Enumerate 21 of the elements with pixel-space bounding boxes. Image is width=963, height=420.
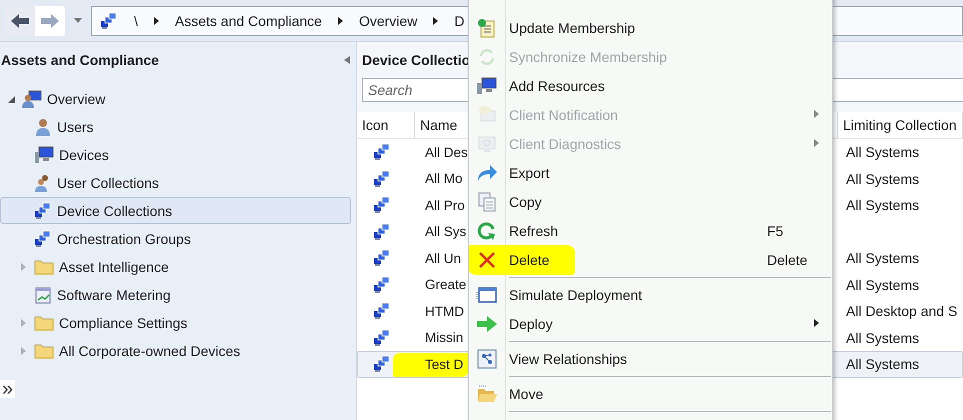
table-cell: All Un xyxy=(425,250,462,266)
view-title: Device Collectio xyxy=(362,52,470,68)
table-cell: Greate xyxy=(425,277,466,292)
shortcut-label: Delete xyxy=(767,252,808,268)
table-cell: All Systems xyxy=(846,197,920,214)
table-cell: All Systems xyxy=(846,144,920,160)
table-cell: All Sys xyxy=(425,224,466,240)
shortcut-label: F5 xyxy=(767,222,784,238)
table-cell: Missin xyxy=(425,330,464,346)
table-cell: Test D xyxy=(425,356,464,372)
table-cell: All Systems xyxy=(846,330,920,346)
table-cell: All Pro xyxy=(425,198,465,213)
table-cell: All Systems xyxy=(846,356,920,372)
table-cell: HTMD xyxy=(425,304,464,319)
table-cell: All Mo xyxy=(425,171,463,186)
table-cell: All Systems xyxy=(846,170,920,187)
table-cell: All Desktop and S xyxy=(846,303,958,320)
table-cell: All Systems xyxy=(846,250,920,266)
table-cell: All Systems xyxy=(846,276,920,293)
table-cell: All Des xyxy=(425,144,468,160)
pane-title: Assets and Compliance xyxy=(1,52,159,68)
